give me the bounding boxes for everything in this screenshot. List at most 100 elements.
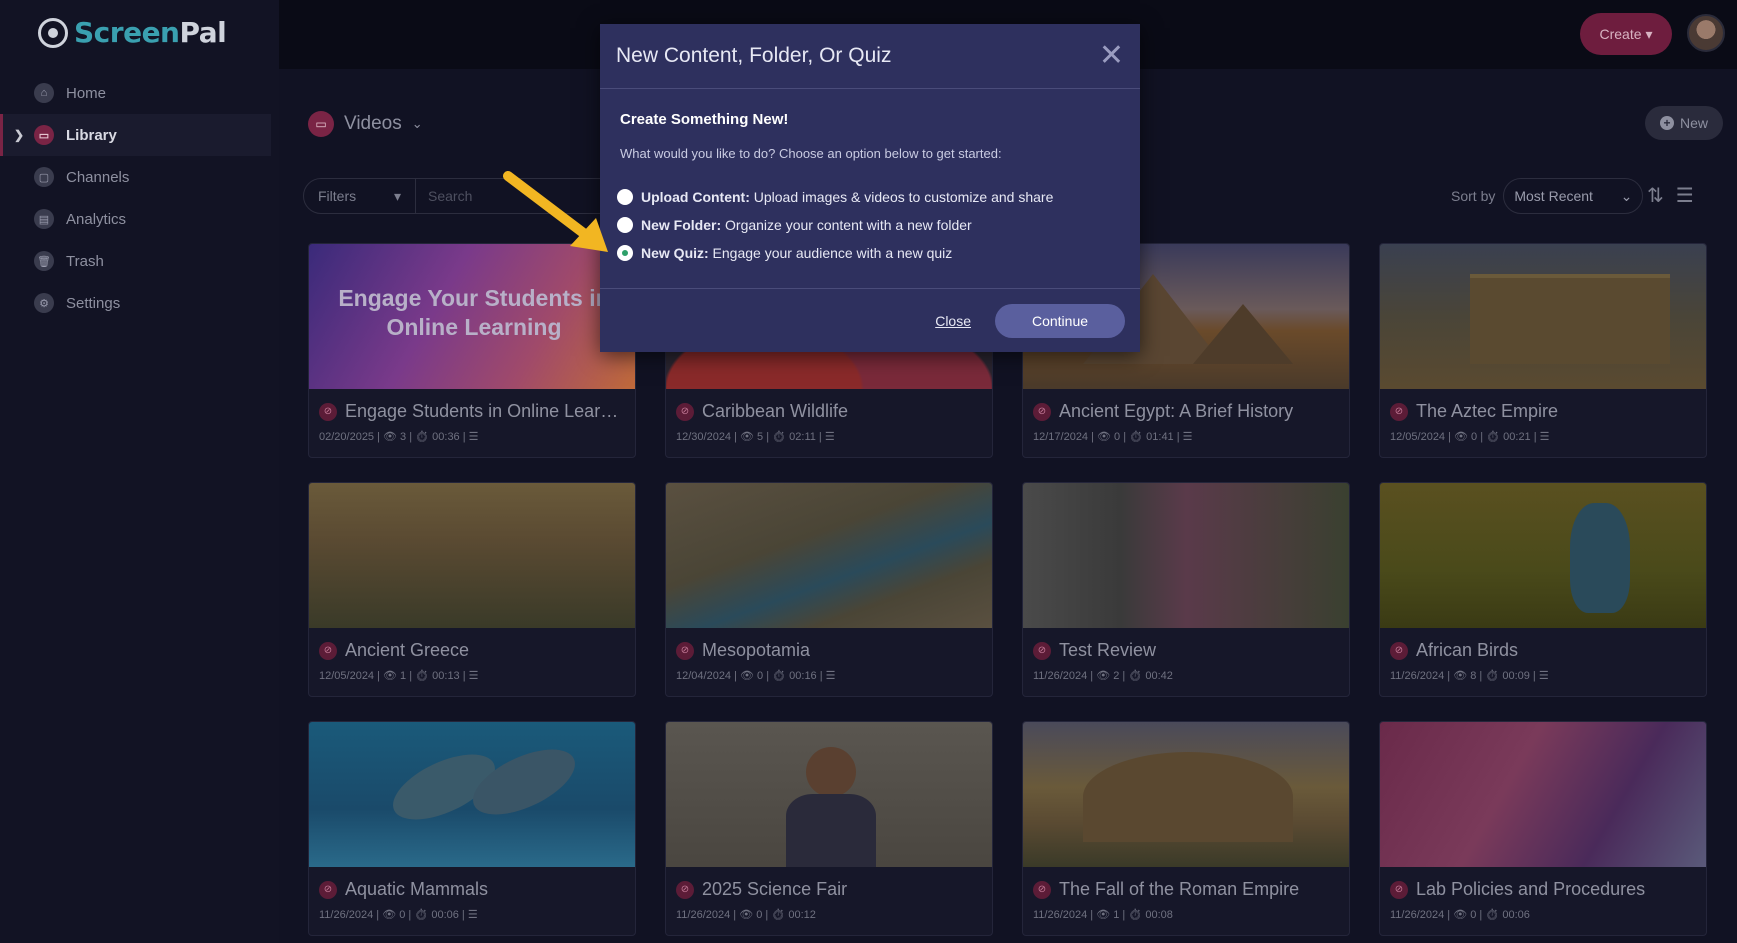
video-meta: 12/17/2024 | 👁 0 | ⏱ 01:41 | ☰: [1033, 431, 1193, 443]
sort-select[interactable]: Most Recent ⌄: [1503, 178, 1644, 214]
video-card[interactable]: ⊘ 2025 Science Fair 11/26/2024 | 👁 0 | ⏱…: [665, 721, 993, 936]
video-title[interactable]: Test Review: [1059, 640, 1156, 661]
video-meta: 11/26/2024 | 👁 0 | ⏱ 00:06: [1390, 909, 1530, 921]
video-meta: 11/26/2024 | 👁 2 | ⏱ 00:42: [1033, 670, 1173, 682]
video-thumbnail[interactable]: [1380, 483, 1706, 628]
library-icon: ▭: [34, 125, 54, 145]
video-card[interactable]: ⊘ Aquatic Mammals 11/26/2024 | 👁 0 | ⏱ 0…: [308, 721, 636, 936]
video-card[interactable]: ⊘ Lab Policies and Procedures 11/26/2024…: [1379, 721, 1707, 936]
sidebar-item-channels[interactable]: ▢ Channels: [0, 156, 279, 198]
link-icon: ⊘: [676, 880, 694, 899]
library-title[interactable]: ▭ Videos ⌄: [308, 111, 423, 137]
video-meta: 12/30/2024 | 👁 5 | ⏱ 02:11 | ☰: [676, 431, 835, 443]
link-icon: ⊘: [319, 880, 337, 899]
video-thumbnail[interactable]: [309, 483, 635, 628]
video-card[interactable]: Engage Your Students in Online Learning …: [308, 243, 636, 458]
video-thumbnail[interactable]: [1380, 244, 1706, 389]
sidebar-item-analytics[interactable]: ▤ Analytics: [0, 198, 279, 240]
video-card[interactable]: ⊘ Ancient Greece 12/05/2024 | 👁 1 | ⏱ 00…: [308, 482, 636, 697]
sort-direction-icon[interactable]: ⇅: [1647, 183, 1664, 208]
close-icon[interactable]: ✕: [1099, 41, 1124, 71]
sort-control: Sort by Most Recent ⌄: [1451, 178, 1644, 214]
chevron-down-icon: ▾: [1645, 25, 1653, 42]
filters-label: Filters: [318, 188, 357, 204]
create-button[interactable]: Create ▾: [1580, 13, 1672, 55]
logo-icon: [38, 17, 68, 48]
search-input[interactable]: Search: [416, 188, 472, 204]
video-title[interactable]: Ancient Greece: [345, 640, 469, 661]
caret-down-icon: ▾: [393, 187, 401, 204]
chevron-right-icon[interactable]: ❯: [14, 128, 24, 142]
link-icon: ⊘: [676, 402, 694, 421]
video-thumbnail[interactable]: [666, 722, 992, 867]
continue-button[interactable]: Continue: [995, 303, 1125, 338]
video-title[interactable]: African Birds: [1416, 640, 1518, 661]
chevron-down-icon: ⌄: [411, 116, 423, 131]
video-card[interactable]: ⊘ The Aztec Empire 12/05/2024 | 👁 0 | ⏱ …: [1379, 243, 1707, 458]
video-meta: 11/26/2024 | 👁 0 | ⏱ 00:06 | ☰: [319, 909, 478, 921]
link-icon: ⊘: [1390, 402, 1408, 421]
sidebar-item-settings[interactable]: ⚙ Settings: [0, 282, 279, 324]
dolphin-image: [463, 736, 585, 828]
sidebar-item-trash[interactable]: 🗑 Trash: [0, 240, 279, 282]
new-button[interactable]: + New: [1645, 106, 1723, 140]
video-title[interactable]: 2025 Science Fair: [702, 879, 847, 900]
video-title[interactable]: Caribbean Wildlife: [702, 401, 848, 422]
option-new-folder[interactable]: New Folder: Organize your content with a…: [617, 211, 1120, 239]
link-icon: ⊘: [1033, 880, 1051, 899]
sidebar: ScreenPal ⌂ Home ❯ ▭ Library ▢ Channels …: [0, 0, 279, 943]
video-title[interactable]: Engage Students in Online Learn...: [345, 401, 625, 422]
video-thumbnail[interactable]: [309, 722, 635, 867]
option-new-quiz[interactable]: New Quiz: Engage your audience with a ne…: [617, 239, 1120, 267]
sidebar-item-library[interactable]: ❯ ▭ Library: [0, 114, 271, 156]
option-description: Engage your audience with a new quiz: [708, 245, 953, 261]
bird-image: [1570, 503, 1630, 613]
settings-icon: ⚙: [34, 293, 54, 313]
video-card[interactable]: ⊘ Test Review 11/26/2024 | 👁 2 | ⏱ 00:42: [1022, 482, 1350, 697]
view-controls: ⇅ ☰: [1647, 183, 1694, 208]
option-description: Upload images & videos to customize and …: [749, 189, 1054, 205]
home-icon: ⌂: [34, 83, 54, 103]
video-title[interactable]: Lab Policies and Procedures: [1416, 879, 1645, 900]
create-button-label: Create: [1599, 26, 1642, 42]
video-thumbnail[interactable]: Engage Your Students in Online Learning: [309, 244, 635, 389]
video-title[interactable]: Aquatic Mammals: [345, 879, 488, 900]
modal-heading: Create Something New!: [620, 111, 789, 128]
video-card[interactable]: ⊘ The Fall of the Roman Empire 11/26/202…: [1022, 721, 1350, 936]
link-icon: ⊘: [319, 402, 337, 421]
video-title[interactable]: Ancient Egypt: A Brief History: [1059, 401, 1293, 422]
video-thumbnail[interactable]: [1023, 722, 1349, 867]
screenpal-logo[interactable]: ScreenPal: [38, 16, 227, 49]
library-icon: ▭: [308, 111, 334, 137]
video-thumbnail[interactable]: [666, 483, 992, 628]
video-meta: 12/05/2024 | 👁 0 | ⏱ 00:21 | ☰: [1390, 431, 1550, 443]
avatar[interactable]: [1687, 14, 1725, 52]
video-thumbnail[interactable]: [1023, 483, 1349, 628]
video-title[interactable]: Mesopotamia: [702, 640, 810, 661]
close-button[interactable]: Close: [935, 313, 971, 329]
option-label: Upload Content:: [641, 189, 750, 205]
sidebar-item-label: Library: [66, 126, 117, 144]
video-thumbnail[interactable]: [1380, 722, 1706, 867]
modal-body: Create Something New! What would you lik…: [600, 89, 1140, 267]
sidebar-item-label: Home: [66, 84, 107, 102]
video-meta: 11/26/2024 | 👁 8 | ⏱ 00:09 | ☰: [1390, 670, 1549, 682]
video-title[interactable]: The Fall of the Roman Empire: [1059, 879, 1299, 900]
list-view-icon[interactable]: ☰: [1676, 183, 1694, 208]
option-upload-content[interactable]: Upload Content: Upload images & videos t…: [617, 183, 1120, 211]
sidebar-nav: ⌂ Home ❯ ▭ Library ▢ Channels ▤ Analytic…: [0, 72, 279, 324]
person-image: [806, 747, 856, 797]
link-icon: ⊘: [1390, 641, 1408, 660]
annotation-arrow-icon: [503, 171, 608, 252]
video-card[interactable]: ⊘ African Birds 11/26/2024 | 👁 8 | ⏱ 00:…: [1379, 482, 1707, 697]
sidebar-item-home[interactable]: ⌂ Home: [0, 72, 279, 114]
video-card[interactable]: ⊘ Mesopotamia 12/04/2024 | 👁 0 | ⏱ 00:16…: [665, 482, 993, 697]
filters-dropdown[interactable]: Filters ▾: [304, 179, 416, 213]
video-meta: 11/26/2024 | 👁 1 | ⏱ 00:08: [1033, 909, 1173, 921]
video-title[interactable]: The Aztec Empire: [1416, 401, 1558, 422]
plus-icon: +: [1659, 116, 1674, 130]
link-icon: ⊘: [1390, 880, 1408, 899]
sidebar-item-label: Analytics: [66, 210, 127, 228]
logo-text-screen: Screen: [74, 16, 180, 49]
link-icon: ⊘: [1033, 402, 1051, 421]
